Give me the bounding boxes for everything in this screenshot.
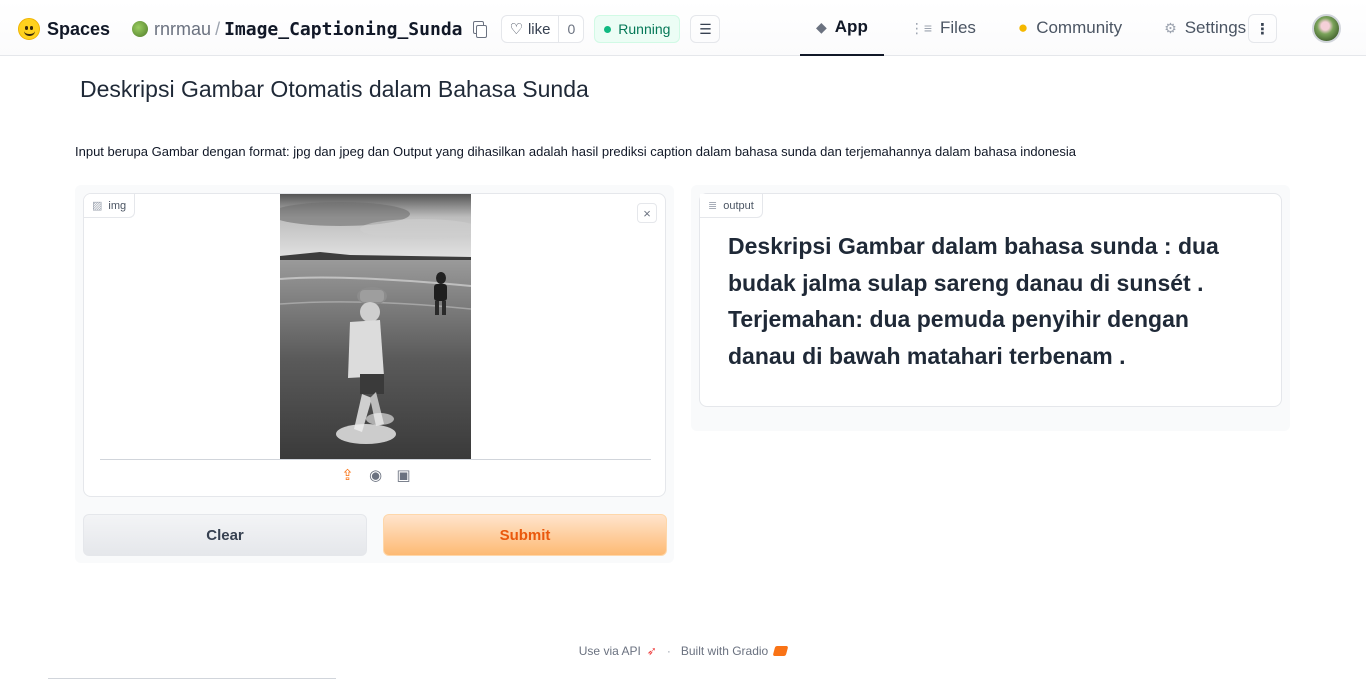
nav-left: Spaces rnrmau / Image_Captioning_Sunda ♡… [18, 14, 721, 44]
output-textbox[interactable]: ≣ output Deskripsi Gambar dalam bahasa s… [699, 193, 1282, 407]
owner-link[interactable]: rnrmau [154, 19, 211, 40]
tab-community-label: Community [1036, 18, 1123, 37]
output-label: output [723, 199, 754, 212]
webcam-icon[interactable]: ◉ [368, 468, 384, 484]
image-source-toolbar: ⇪ ◉ ▣ [84, 468, 665, 484]
tab-files-label: Files [940, 18, 976, 37]
copy-icon[interactable] [471, 21, 487, 38]
list-icon: ☰ [699, 20, 712, 37]
gradio-logo-icon [772, 646, 789, 656]
status-dot-icon [604, 25, 612, 33]
path-separator: / [215, 18, 221, 39]
more-options-button[interactable]: ⋮ [1248, 14, 1277, 43]
tab-settings-label: Settings [1184, 18, 1247, 37]
submit-button[interactable]: Submit [383, 514, 667, 556]
space-tabs: ◆ App ⋮≡ Files ● Community ⚙ Settings [800, 0, 1272, 56]
status-badge: Running [594, 15, 681, 43]
user-profile-avatar[interactable] [1312, 14, 1341, 43]
text-icon: ≣ [708, 200, 718, 212]
app-title: Deskripsi Gambar Otomatis dalam Bahasa S… [80, 76, 589, 102]
image-label: img [108, 199, 127, 212]
app-description: Input berupa Gambar dengan format: jpg d… [75, 144, 1076, 159]
clear-image-button[interactable]: × [637, 203, 657, 223]
tab-settings[interactable]: ⚙ Settings [1148, 0, 1262, 56]
built-with-gradio-link[interactable]: Built with Gradio [681, 644, 768, 658]
clipboard-icon[interactable]: ▣ [396, 468, 412, 484]
like-button[interactable]: ♡ like 0 [500, 15, 585, 43]
image-icon: ▨ [92, 200, 103, 212]
image-toolbar-divider [100, 459, 651, 460]
output-panel: ≣ output Deskripsi Gambar dalam bahasa s… [691, 185, 1290, 431]
like-count[interactable]: 0 [559, 21, 583, 37]
clear-button[interactable]: Clear [83, 514, 367, 556]
spaces-link[interactable]: Spaces [47, 19, 110, 40]
tab-community[interactable]: ● Community [1002, 0, 1138, 56]
output-label-chip: ≣ output [700, 194, 763, 218]
hugging-face-logo-icon[interactable] [18, 18, 40, 40]
kebab-icon: ⋮ [1255, 20, 1270, 38]
bottom-scroll-line [48, 678, 336, 679]
rocket-icon: ➶ [646, 644, 657, 658]
repo-name-link[interactable]: Image_Captioning_Sunda [224, 19, 462, 40]
top-navbar: Spaces rnrmau / Image_Captioning_Sunda ♡… [0, 0, 1366, 56]
owner-avatar [132, 21, 149, 37]
uploaded-image [280, 194, 471, 459]
footer: Use via API ➶ · Built with Gradio [0, 644, 1366, 658]
cube-icon: ◆ [816, 18, 827, 35]
footer-separator: · [666, 644, 671, 658]
like-label: like [527, 20, 551, 38]
tab-app-label: App [834, 17, 868, 36]
close-icon: × [643, 205, 651, 221]
tab-app[interactable]: ◆ App [800, 0, 884, 56]
image-label-chip: ▨ img [84, 194, 136, 218]
tab-files[interactable]: ⋮≡ Files [894, 0, 992, 56]
upload-icon[interactable]: ⇪ [340, 468, 356, 484]
files-icon: ⋮≡ [909, 19, 932, 36]
heart-icon: ♡ [509, 21, 523, 38]
status-label: Running [618, 21, 671, 37]
community-icon: ● [1017, 18, 1029, 37]
image-input[interactable]: ▨ img × ⇪ ◉ ▣ [83, 193, 666, 497]
gear-icon: ⚙ [1164, 19, 1177, 36]
logs-button[interactable]: ☰ [690, 15, 721, 43]
input-panel: ▨ img × ⇪ ◉ ▣ Clear Submit [75, 185, 674, 563]
use-via-api-link[interactable]: Use via API [579, 644, 641, 658]
output-caption-text: Deskripsi Gambar dalam bahasa sunda : du… [728, 233, 1219, 369]
